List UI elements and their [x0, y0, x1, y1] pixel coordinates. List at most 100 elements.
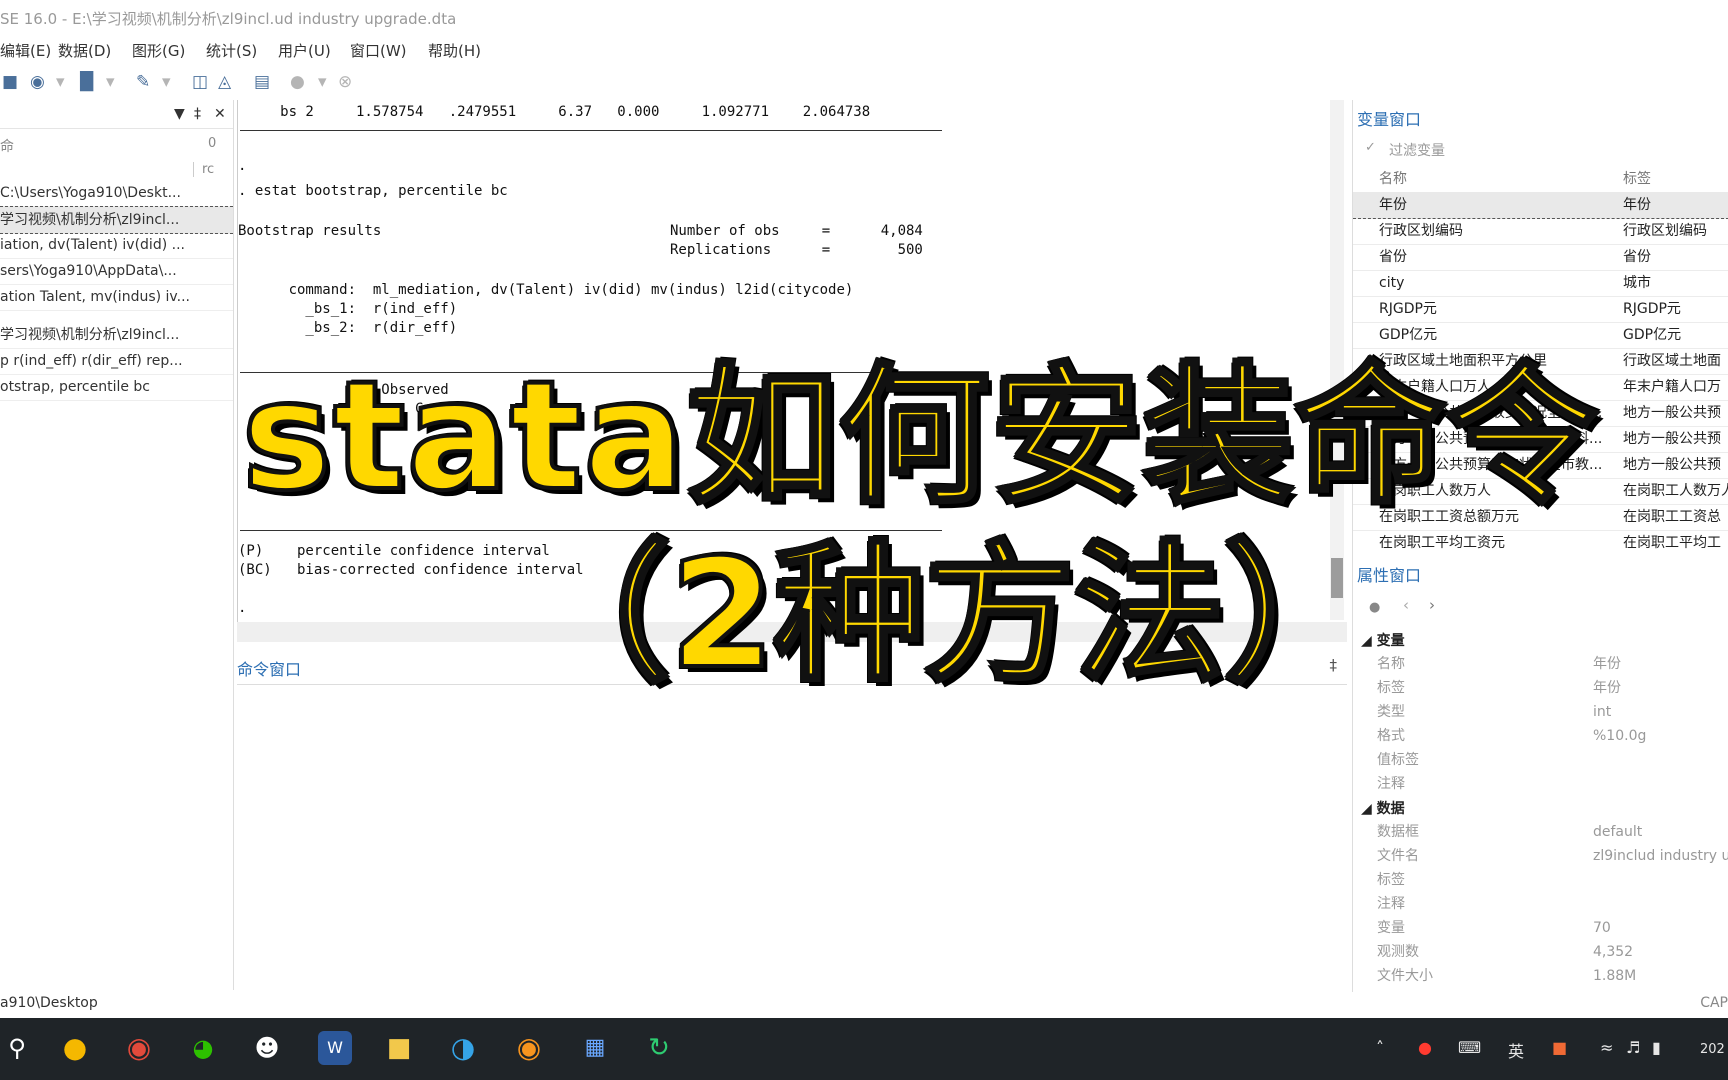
property-row[interactable]: 观测数 4,352 — [1353, 940, 1728, 964]
history-item[interactable]: 学习视频\机制分析\zl9incl... — [0, 206, 233, 234]
property-row[interactable]: 文件大小 1.88M — [1353, 964, 1728, 988]
video-title-overlay: stata如何安装命令 — [240, 350, 1600, 524]
chevron-left-icon[interactable]: ‹ — [1403, 596, 1409, 614]
tray-app-icon[interactable]: ■ — [1552, 1038, 1567, 1057]
window-title: SE 16.0 - E:\学习视频\机制分析\zl9incl.ud indust… — [0, 10, 457, 28]
menu-data[interactable]: 数据(D) — [58, 40, 111, 61]
chevron-down-icon[interactable]: ▾ — [318, 72, 327, 92]
property-row[interactable]: 数据框 default — [1353, 820, 1728, 844]
chevron-down-icon[interactable]: ▾ — [106, 72, 115, 92]
break-icon[interactable]: ⊗ — [338, 72, 352, 92]
chevron-right-icon[interactable]: › — [1429, 596, 1435, 614]
variable-name: city — [1379, 275, 1405, 291]
history-item[interactable]: 学习视频\机制分析\zl9incl... — [0, 322, 233, 349]
history-item[interactable]: iation, dv(Talent) iv(did) ... — [0, 232, 233, 259]
keyboard-icon[interactable]: ⌨ — [1458, 1038, 1481, 1057]
taskbar: ⚲ ● ◉ ◕ ☻ W ■ ◑ ◉ ▦ ↻ ˄ ● ⌨ 英 ■ ≈ ♬ ▮ 20… — [0, 1018, 1728, 1080]
history-item[interactable]: otstrap, percentile bc — [0, 374, 233, 401]
table-rule — [240, 130, 942, 131]
variable-label: GDP亿元 — [1623, 327, 1682, 343]
pin-icon[interactable]: ‡ — [194, 106, 201, 122]
menu-help[interactable]: 帮助(H) — [428, 40, 481, 61]
variable-filter-input[interactable]: 过滤变量 — [1389, 140, 1445, 160]
property-row[interactable]: 标签 年份 — [1353, 676, 1728, 700]
edge-icon[interactable]: ◑ — [446, 1031, 480, 1065]
print-icon[interactable]: ◉ — [30, 72, 45, 92]
sync-icon[interactable]: ↻ — [642, 1031, 676, 1065]
property-row[interactable]: 注释 — [1353, 772, 1728, 796]
history-item[interactable]: C:\Users\Yoga910\Deskt... — [0, 180, 233, 207]
qq-icon[interactable]: ☻ — [250, 1031, 284, 1065]
menu-edit[interactable]: 编辑(E) — [0, 40, 51, 61]
section-data[interactable]: ◢ 数据 — [1361, 798, 1405, 818]
wechat-icon[interactable]: ◕ — [186, 1031, 220, 1065]
variable-row[interactable]: RJGDP元 RJGDP元 — [1353, 296, 1728, 323]
variable-row[interactable]: 在岗职工平均工资元 在岗职工平均工 — [1353, 530, 1728, 557]
menu-window[interactable]: 窗口(W) — [350, 40, 407, 61]
browser-icon[interactable]: ◉ — [512, 1031, 546, 1065]
variable-row[interactable]: 省份 省份 — [1353, 244, 1728, 271]
variable-name: 省份 — [1379, 249, 1407, 265]
variables-manager-icon[interactable]: ▤ — [254, 72, 270, 92]
filter-icon[interactable]: ✓ — [1365, 140, 1376, 155]
column-label[interactable]: 标签 — [1623, 166, 1728, 192]
section-data-label: 数据 — [1376, 801, 1405, 817]
chrome-icon[interactable]: ◉ — [122, 1031, 156, 1065]
history-item[interactable]: ation Talent, mv(indus) iv... — [0, 284, 233, 311]
property-row[interactable]: 标签 — [1353, 868, 1728, 892]
variable-label: 在岗职工工资总 — [1623, 509, 1721, 525]
variable-row[interactable]: 行政区划编码 行政区划编码 — [1353, 218, 1728, 245]
property-row[interactable]: 格式 %10.0g — [1353, 724, 1728, 748]
wifi-icon[interactable]: ≈ — [1600, 1038, 1613, 1057]
property-value: %10.0g — [1593, 728, 1647, 744]
variable-label: 年份 — [1623, 197, 1651, 213]
command-window-label: 命令窗口 — [237, 660, 302, 679]
menu-user[interactable]: 用户(U) — [278, 40, 331, 61]
variable-label: 地方一般公共预 — [1623, 457, 1721, 473]
data-editor-icon[interactable]: ◫ — [192, 72, 208, 92]
property-row[interactable]: 类型 int — [1353, 700, 1728, 724]
filter-icon[interactable]: ▼ — [174, 106, 185, 122]
ime-indicator[interactable]: 英 — [1508, 1038, 1524, 1062]
history-item[interactable]: p r(ind_eff) r(dir_eff) rep... — [0, 348, 233, 375]
property-key: 标签 — [1377, 872, 1405, 888]
save-icon[interactable]: ■ — [2, 72, 18, 92]
do-editor-icon[interactable]: ✎ — [136, 72, 150, 92]
variable-name: GDP亿元 — [1379, 327, 1438, 343]
word-icon[interactable]: W — [318, 1031, 352, 1065]
menu-statistics[interactable]: 统计(S) — [206, 40, 257, 61]
close-icon[interactable]: ✕ — [214, 106, 226, 122]
menu-graphics[interactable]: 图形(G) — [132, 40, 185, 61]
chevron-up-icon[interactable]: ˄ — [1376, 1038, 1384, 1057]
grid-app-icon[interactable]: ▦ — [578, 1031, 612, 1065]
more-icon[interactable]: ● — [290, 72, 305, 92]
column-name[interactable]: 名称 — [1379, 166, 1609, 192]
graph-icon[interactable]: █ — [80, 72, 93, 92]
history-panel: ▼ ‡ ✕ 命 0 rc C:\Users\Yoga910\Deskt... 学… — [0, 100, 234, 990]
property-value: 1.88M — [1593, 968, 1637, 984]
property-key: 观测数 — [1377, 944, 1419, 960]
variable-name: 在岗职工平均工资元 — [1379, 535, 1505, 551]
search-icon[interactable]: ⚲ — [0, 1031, 34, 1065]
property-value: default — [1593, 824, 1643, 840]
property-row[interactable]: 注释 — [1353, 892, 1728, 916]
property-row[interactable]: 文件名 zl9includ industry u — [1353, 844, 1728, 868]
record-icon[interactable]: ● — [1418, 1038, 1432, 1057]
variables-title: 变量窗口 — [1357, 110, 1422, 129]
volume-icon[interactable]: ♬ — [1626, 1038, 1640, 1057]
variable-row[interactable]: GDP亿元 GDP亿元 — [1353, 322, 1728, 349]
property-value: 年份 — [1593, 656, 1621, 672]
battery-icon[interactable]: ▮ — [1652, 1038, 1661, 1057]
app-circle-icon[interactable]: ● — [58, 1031, 92, 1065]
data-browser-icon[interactable]: ◬ — [218, 72, 231, 92]
property-row[interactable]: 名称 年份 — [1353, 652, 1728, 676]
property-row[interactable]: 变量 70 — [1353, 916, 1728, 940]
property-row[interactable]: 值标签 — [1353, 748, 1728, 772]
clock[interactable]: 202 — [1700, 1042, 1725, 1057]
chevron-down-icon[interactable]: ▾ — [162, 72, 171, 92]
variable-row[interactable]: city 城市 — [1353, 270, 1728, 297]
folder-icon[interactable]: ■ — [382, 1031, 416, 1065]
history-item[interactable]: sers\Yoga910\AppData\... — [0, 258, 233, 285]
variable-row[interactable]: 年份 年份 — [1353, 192, 1728, 219]
chevron-down-icon[interactable]: ▾ — [56, 72, 65, 92]
